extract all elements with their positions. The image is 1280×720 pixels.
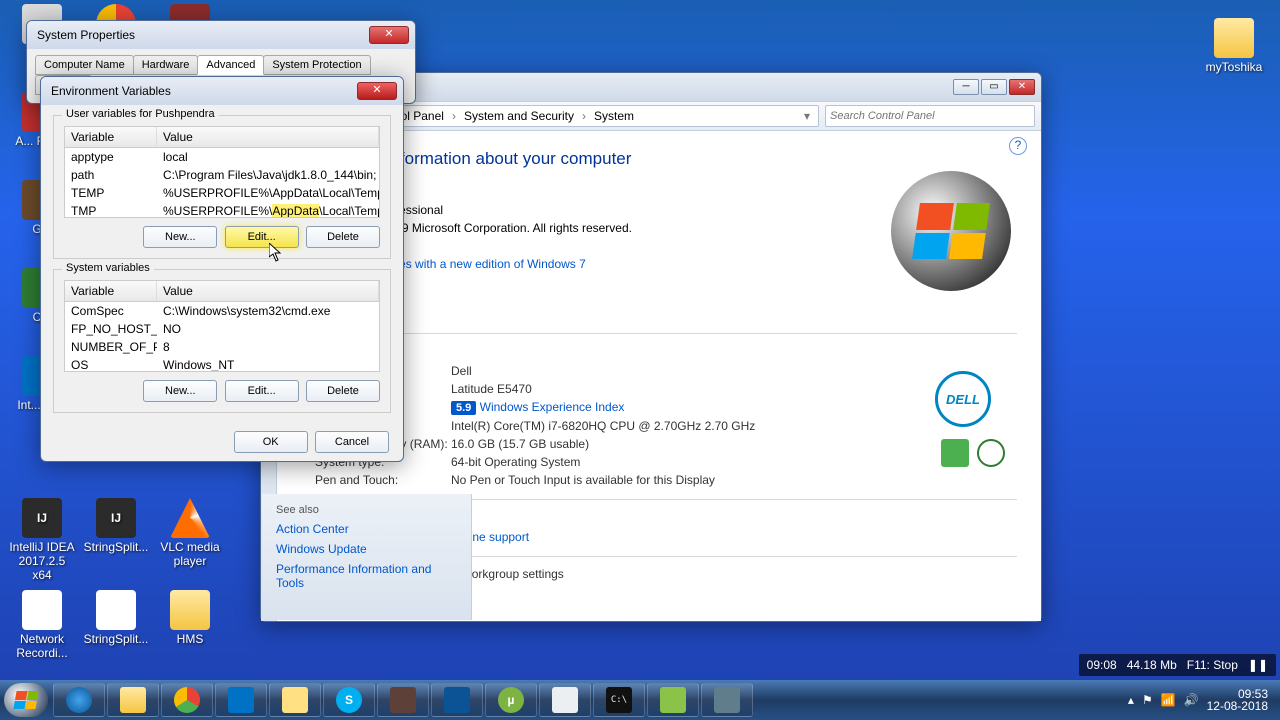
- taskbar-app3[interactable]: [647, 683, 699, 717]
- skype-icon: S: [336, 687, 362, 713]
- delete-user-var-button[interactable]: Delete: [306, 226, 380, 248]
- desktop-icon-vlc[interactable]: VLC media player: [156, 498, 224, 568]
- edit-user-var-button[interactable]: Edit...: [225, 226, 299, 248]
- tab-system-protection[interactable]: System Protection: [263, 55, 370, 75]
- folder-icon: [1214, 18, 1254, 58]
- section-title-system: System: [301, 344, 1017, 358]
- environment-variables-dialog: Environment Variables ✕ User variables f…: [40, 76, 404, 462]
- cmd-icon: C:\: [606, 687, 632, 713]
- list-row: TEMP%USERPROFILE%\AppData\Local\Temp: [65, 184, 379, 202]
- tab-advanced[interactable]: Advanced: [197, 55, 264, 75]
- delete-sys-var-button[interactable]: Delete: [306, 380, 380, 402]
- list-header: VariableValue: [64, 280, 380, 302]
- ie-icon: [66, 687, 92, 713]
- desktop-icon-hms[interactable]: HMS: [156, 590, 224, 646]
- tray-up-icon[interactable]: ▴: [1128, 693, 1134, 707]
- taskbar-app2[interactable]: [539, 683, 591, 717]
- app-icon: [660, 687, 686, 713]
- taskbar: S µ C:\ ▴ ⚑ 📶 🔊 09:53 12-08-2018: [0, 680, 1280, 720]
- tab-computer-name[interactable]: Computer Name: [35, 55, 134, 75]
- see-also-action-center[interactable]: Action Center: [276, 522, 457, 536]
- desktop-icon-string-a[interactable]: IJStringSplit...: [82, 498, 150, 554]
- close-button[interactable]: ✕: [1009, 79, 1035, 95]
- taskbar-utorrent[interactable]: µ: [485, 683, 537, 717]
- minimize-button[interactable]: ─: [953, 79, 979, 95]
- edit-sys-var-button[interactable]: Edit...: [225, 380, 299, 402]
- system-tray[interactable]: ▴ ⚑ 📶 🔊 09:53 12-08-2018: [1128, 688, 1276, 712]
- rating-badge: 5.9: [451, 401, 476, 415]
- system-variables-list[interactable]: ComSpecC:\Windows\system32\cmd.exe FP_NO…: [64, 302, 380, 372]
- list-row: pathC:\Program Files\Java\jdk1.8.0_144\b…: [65, 166, 379, 184]
- close-button[interactable]: ✕: [369, 26, 409, 44]
- desktop-icon-mytoshika[interactable]: myToshika: [1200, 18, 1268, 74]
- app-icon: [714, 687, 740, 713]
- close-button[interactable]: ✕: [357, 82, 397, 100]
- recorder-icon: [282, 687, 308, 713]
- vlc-icon: [170, 498, 210, 538]
- list-row: apptypelocal: [65, 148, 379, 166]
- see-also-perfinfo[interactable]: Performance Information and Tools: [276, 562, 457, 590]
- system-variables-group: System variables VariableValue ComSpecC:…: [53, 269, 391, 413]
- chrome-icon: [174, 687, 200, 713]
- ok-button[interactable]: OK: [234, 431, 308, 453]
- list-row: OSWindows_NT: [65, 356, 379, 372]
- list-row: TMP%USERPROFILE%\AppData\Local\Temp: [65, 202, 379, 218]
- titlebar[interactable]: Environment Variables ✕: [41, 77, 403, 105]
- cancel-button[interactable]: Cancel: [315, 431, 389, 453]
- intellij-icon: IJ: [22, 498, 62, 538]
- desktop-icon-intellij[interactable]: IJIntelliJ IDEA 2017.2.5 x64: [8, 498, 76, 582]
- list-row: FP_NO_HOST_C...NO: [65, 320, 379, 338]
- outlook-icon: [228, 687, 254, 713]
- search-input[interactable]: [825, 105, 1035, 127]
- energy-star-icon: [941, 439, 969, 467]
- snipping-icon: [444, 687, 470, 713]
- taskbar-explorer[interactable]: [107, 683, 159, 717]
- taskbar-recorder[interactable]: [269, 683, 321, 717]
- taskbar-app4[interactable]: [701, 683, 753, 717]
- new-user-var-button[interactable]: New...: [143, 226, 217, 248]
- taskbar-snip[interactable]: [431, 683, 483, 717]
- folder-icon: [170, 590, 210, 630]
- tco-icon: [977, 439, 1005, 467]
- file-icon: [96, 590, 136, 630]
- utorrent-icon: µ: [498, 687, 524, 713]
- taskbar-ie[interactable]: [53, 683, 105, 717]
- list-header: VariableValue: [64, 126, 380, 148]
- dell-logo-icon: DELL: [935, 371, 991, 427]
- tab-hardware[interactable]: Hardware: [133, 55, 199, 75]
- start-button[interactable]: [4, 683, 48, 717]
- windows-logo-icon: [891, 171, 1011, 291]
- titlebar[interactable]: System Properties ✕: [27, 21, 415, 49]
- list-row: NUMBER_OF_P...8: [65, 338, 379, 356]
- screen-recorder-bar[interactable]: 09:08 44.18 Mb F11: Stop ❚❚: [1079, 654, 1276, 676]
- intellij-icon: IJ: [96, 498, 136, 538]
- taskbar-outlook[interactable]: [215, 683, 267, 717]
- app-icon: [390, 687, 416, 713]
- taskbar-chrome[interactable]: [161, 683, 213, 717]
- new-sys-var-button[interactable]: New...: [143, 380, 217, 402]
- taskbar-cmd[interactable]: C:\: [593, 683, 645, 717]
- taskbar-app1[interactable]: [377, 683, 429, 717]
- taskbar-skype[interactable]: S: [323, 683, 375, 717]
- desktop-icon-string-b[interactable]: StringSplit...: [82, 590, 150, 646]
- pause-icon[interactable]: ❚❚: [1248, 658, 1268, 672]
- flag-icon[interactable]: ⚑: [1142, 693, 1153, 707]
- page-heading: View basic information about your comput…: [301, 149, 1017, 169]
- see-also-windows-update[interactable]: Windows Update: [276, 542, 457, 556]
- explorer-icon: [120, 687, 146, 713]
- file-icon: [22, 590, 62, 630]
- app-icon: [552, 687, 578, 713]
- wei-link[interactable]: Windows Experience Index: [480, 400, 625, 414]
- maximize-button[interactable]: ▭: [981, 79, 1007, 95]
- user-variables-group: User variables for Pushpendra VariableVa…: [53, 115, 391, 259]
- desktop-icon-netrec[interactable]: Network Recordi...: [8, 590, 76, 660]
- network-icon[interactable]: 📶: [1161, 693, 1176, 707]
- help-icon[interactable]: ?: [1009, 137, 1027, 155]
- user-variables-list[interactable]: apptypelocal pathC:\Program Files\Java\j…: [64, 148, 380, 218]
- volume-icon[interactable]: 🔊: [1184, 693, 1199, 707]
- see-also-pane: See also Action Center Windows Update Pe…: [262, 494, 472, 620]
- list-row: ComSpecC:\Windows\system32\cmd.exe: [65, 302, 379, 320]
